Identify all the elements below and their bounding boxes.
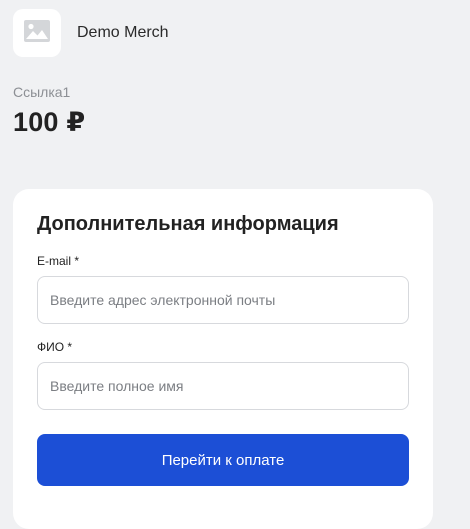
payment-link-name: Ссылка1 (13, 84, 71, 100)
merchant-name: Demo Merch (77, 24, 169, 41)
email-field[interactable] (37, 276, 409, 324)
proceed-to-payment-button[interactable]: Перейти к оплате (37, 434, 409, 486)
form-title: Дополнительная информация (37, 213, 339, 235)
merchant-logo (13, 9, 61, 57)
email-label: E-mail * (37, 254, 80, 268)
payment-amount: 100 ₽ (13, 107, 86, 137)
additional-info-card: Дополнительная информация E-mail * ФИО *… (13, 189, 433, 529)
full-name-field[interactable] (37, 362, 409, 410)
image-placeholder-icon (24, 19, 50, 47)
merchant-header: Demo Merch (13, 9, 169, 57)
fio-label: ФИО * (37, 340, 73, 354)
